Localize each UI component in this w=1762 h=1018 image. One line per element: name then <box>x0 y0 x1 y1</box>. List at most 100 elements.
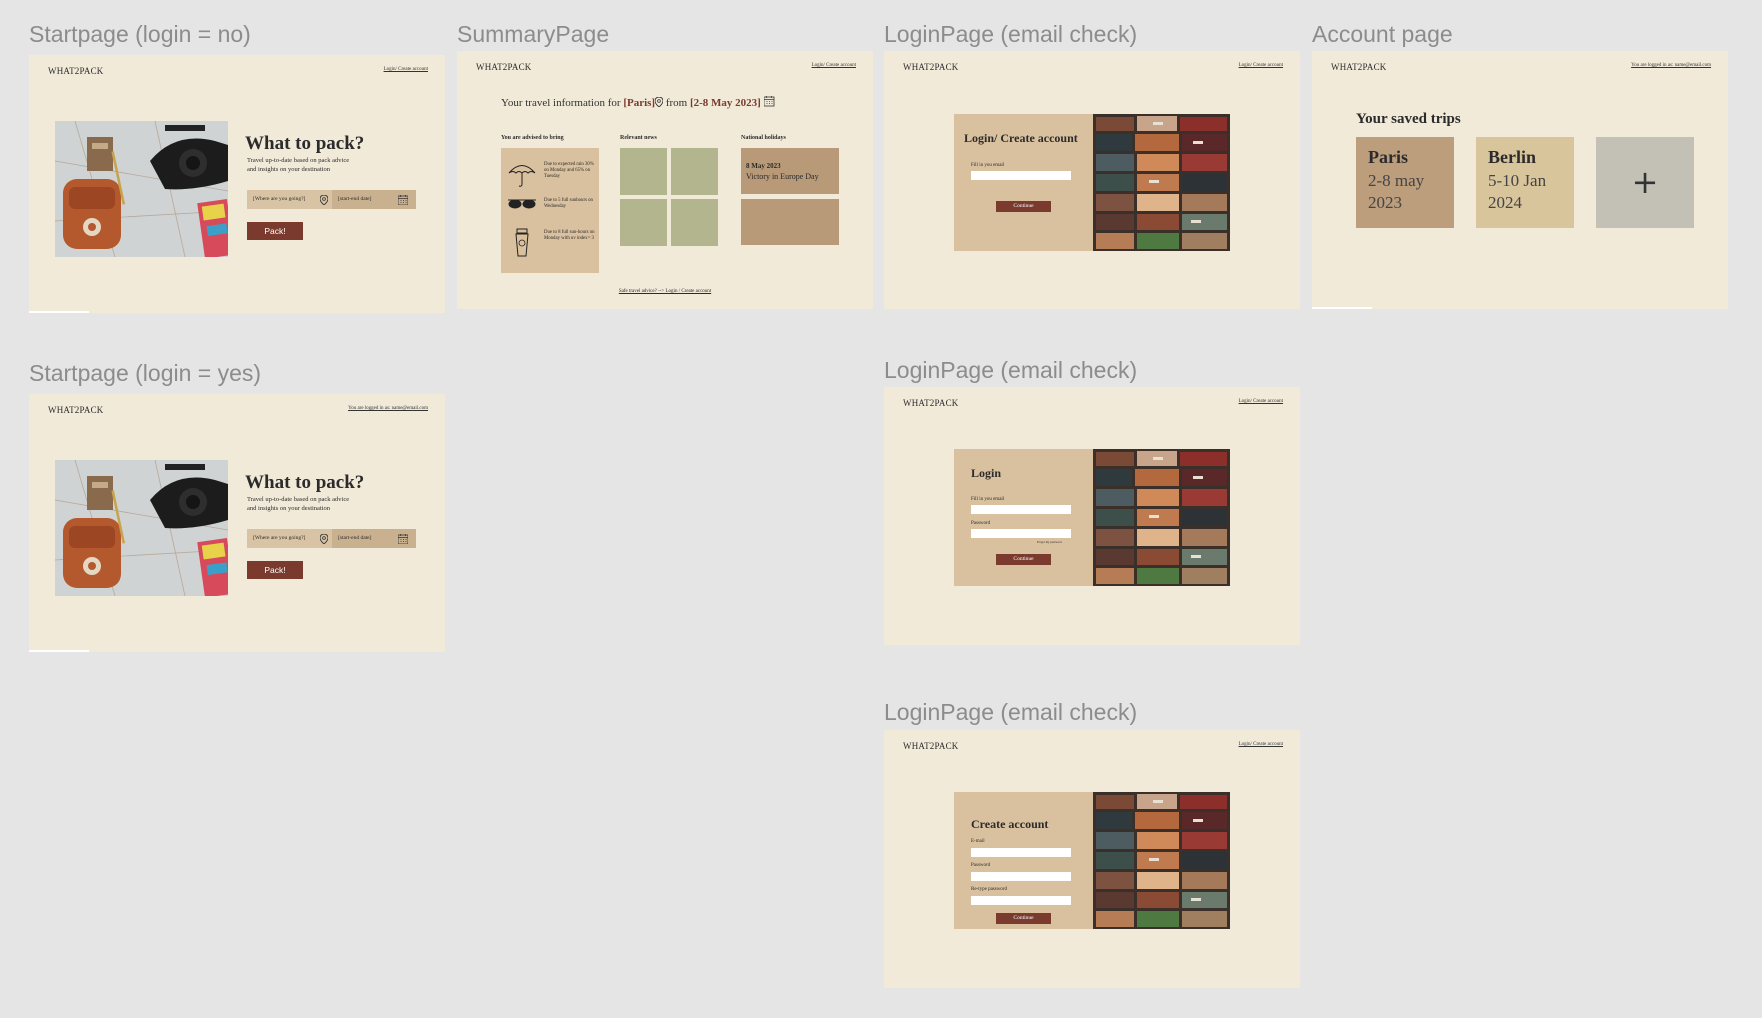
search-bar: [Where are you going?] [start-end date] <box>247 190 416 209</box>
login-card: Login/ Create account Fill in you email … <box>954 114 1230 251</box>
location-pin-icon <box>320 195 328 205</box>
advice-text: Due to expected rain 30% on Monday and 6… <box>544 162 594 179</box>
suitcases-photo <box>1093 114 1230 251</box>
forgot-password-link[interactable]: Forgot my password <box>1037 540 1062 544</box>
email-field[interactable] <box>971 505 1071 514</box>
login-link[interactable]: Login/ Create account <box>1239 742 1283 747</box>
email-label: Fill in you email <box>971 497 1005 502</box>
frame-title-login-check: LoginPage (email check) <box>884 21 1138 47</box>
login-card: Login Fill in you email Password Forgot … <box>954 449 1230 586</box>
advice-text: Due to 8 full sun-hours on Monday with u… <box>544 230 595 241</box>
create-account-card: Create account E-mail Password Re-type p… <box>954 792 1230 929</box>
suitcases-photo <box>1093 449 1230 586</box>
login-link[interactable]: Login/ Create account <box>812 63 856 68</box>
news-tile[interactable] <box>671 148 718 195</box>
pack-button[interactable]: Pack! <box>247 561 303 579</box>
login-heading: Login <box>971 466 1002 480</box>
news-tile[interactable] <box>671 199 718 246</box>
news-tile[interactable] <box>620 148 667 195</box>
brand-logo[interactable]: WHAT2PACK <box>903 741 958 751</box>
email-field[interactable] <box>971 848 1071 857</box>
continue-button[interactable]: Continue <box>996 913 1051 924</box>
continue-button[interactable]: Continue <box>996 554 1051 565</box>
plus-icon: + <box>1631 163 1659 201</box>
travel-photo <box>55 121 228 257</box>
frame-summary: WHAT2PACK Login/ Create account Your tra… <box>457 51 873 309</box>
hero-description: Travel up-to-date based on pack advice a… <box>247 157 350 173</box>
email-field[interactable] <box>971 171 1071 180</box>
summary-heading: Your travel information for [Paris] from… <box>501 95 775 109</box>
location-pin-icon <box>320 534 328 544</box>
login-link[interactable]: Login/ Create account <box>384 67 428 72</box>
trip-card-berlin[interactable]: Berlin 5-10 Jan 2024 <box>1476 137 1574 228</box>
brand-logo[interactable]: WHAT2PACK <box>1331 62 1386 72</box>
destination-placeholder: [Where are you going?] <box>253 196 306 202</box>
news-tile[interactable] <box>620 199 667 246</box>
calendar-icon <box>763 95 774 107</box>
pack-button[interactable]: Pack! <box>247 222 303 240</box>
password-label: Password <box>971 863 991 868</box>
holiday-name: Victory in Europe Day <box>746 172 819 181</box>
brand-logo[interactable]: WHAT2PACK <box>903 398 958 408</box>
password-label: Password <box>971 521 991 526</box>
holiday-date: 8 May 2023 <box>746 162 781 170</box>
email-label: Fill in you email <box>971 163 1005 168</box>
brand-logo[interactable]: WHAT2PACK <box>48 405 103 415</box>
frame-create-account: WHAT2PACK Login/ Create account Create a… <box>884 730 1300 988</box>
calendar-icon[interactable] <box>398 195 408 205</box>
advice-panel: Due to expected rain 30% on Monday and 6… <box>501 148 599 273</box>
continue-button[interactable]: Continue <box>996 201 1051 212</box>
saved-trips-heading: Your saved trips <box>1356 111 1461 127</box>
destination-placeholder: [Where are you going?] <box>253 535 306 541</box>
holiday-card: 8 May 2023 Victory in Europe Day <box>741 148 839 194</box>
password-field[interactable] <box>971 872 1071 881</box>
date-range-input[interactable]: [start-end date] <box>334 529 371 548</box>
login-link[interactable]: Login/ Create account <box>1239 399 1283 404</box>
frame-title-create-account: LoginPage (email check) <box>884 699 1138 725</box>
suitcases-photo <box>1093 792 1230 929</box>
retype-password-label: Re-type password <box>971 887 1007 892</box>
login-heading: Login/ Create account <box>964 131 1078 145</box>
frame-login-password: WHAT2PACK Login/ Create account Login Fi… <box>884 387 1300 645</box>
scroll-indicator <box>29 650 89 652</box>
search-bar: [Where are you going?] [start-end date] <box>247 529 416 548</box>
password-field[interactable] <box>971 529 1071 538</box>
date-range-input[interactable]: [start-end date] <box>334 190 371 209</box>
holidays-column-title: National holidays <box>741 135 786 141</box>
frame-title-login-password: LoginPage (email check) <box>884 357 1138 383</box>
holiday-card-empty <box>741 199 839 245</box>
scroll-indicator <box>1312 307 1372 309</box>
add-trip-button[interactable]: + <box>1596 137 1694 228</box>
trip-dates: 2-8 may 2023 <box>1368 171 1425 212</box>
advice-item: Due to 8 full sun-hours on Monday with u… <box>507 228 597 257</box>
advice-item: Due to expected rain 30% on Monday and 6… <box>507 160 597 188</box>
logged-in-link[interactable]: You are logged in as: name@email.com <box>1631 63 1711 68</box>
news-column-title: Relevant news <box>620 135 657 141</box>
logged-in-link[interactable]: You are logged in as: name@email.com <box>348 406 428 411</box>
advice-text: Due to 5 full sunhours on Wednesday <box>544 198 593 209</box>
email-label: E-mail <box>971 839 985 844</box>
brand-logo[interactable]: WHAT2PACK <box>476 62 531 72</box>
create-account-heading: Create account <box>971 817 1049 831</box>
summary-prefix: Your travel information for <box>501 97 624 109</box>
frame-startpage-no: WHAT2PACK Login/ Create account What to … <box>29 55 445 313</box>
login-link[interactable]: Login/ Create account <box>1239 63 1283 68</box>
hero-heading: What to pack? <box>245 472 365 493</box>
retype-password-field[interactable] <box>971 896 1071 905</box>
brand-logo[interactable]: WHAT2PACK <box>48 66 103 76</box>
summary-from: from <box>663 97 690 109</box>
trip-card-paris[interactable]: Paris 2-8 may 2023 <box>1356 137 1454 228</box>
hero-description: Travel up-to-date based on pack advice a… <box>247 496 350 512</box>
frame-title-startpage-yes: Startpage (login = yes) <box>29 360 262 386</box>
trip-city: Berlin <box>1488 147 1536 167</box>
brand-logo[interactable]: WHAT2PACK <box>903 62 958 72</box>
trip-dates: 5-10 Jan 2024 <box>1488 171 1547 212</box>
frame-title-summary: SummaryPage <box>457 21 610 47</box>
summary-city: [Paris] <box>623 97 656 109</box>
safe-travel-link[interactable]: Safe travel advice? --> Login / Create a… <box>457 289 873 294</box>
frame-login-check: WHAT2PACK Login/ Create account Login/ C… <box>884 51 1300 309</box>
calendar-icon[interactable] <box>398 534 408 544</box>
frame-title-startpage-no: Startpage (login = no) <box>29 21 251 47</box>
sunscreen-icon <box>515 228 529 257</box>
frame-title-account: Account page <box>1312 21 1453 47</box>
